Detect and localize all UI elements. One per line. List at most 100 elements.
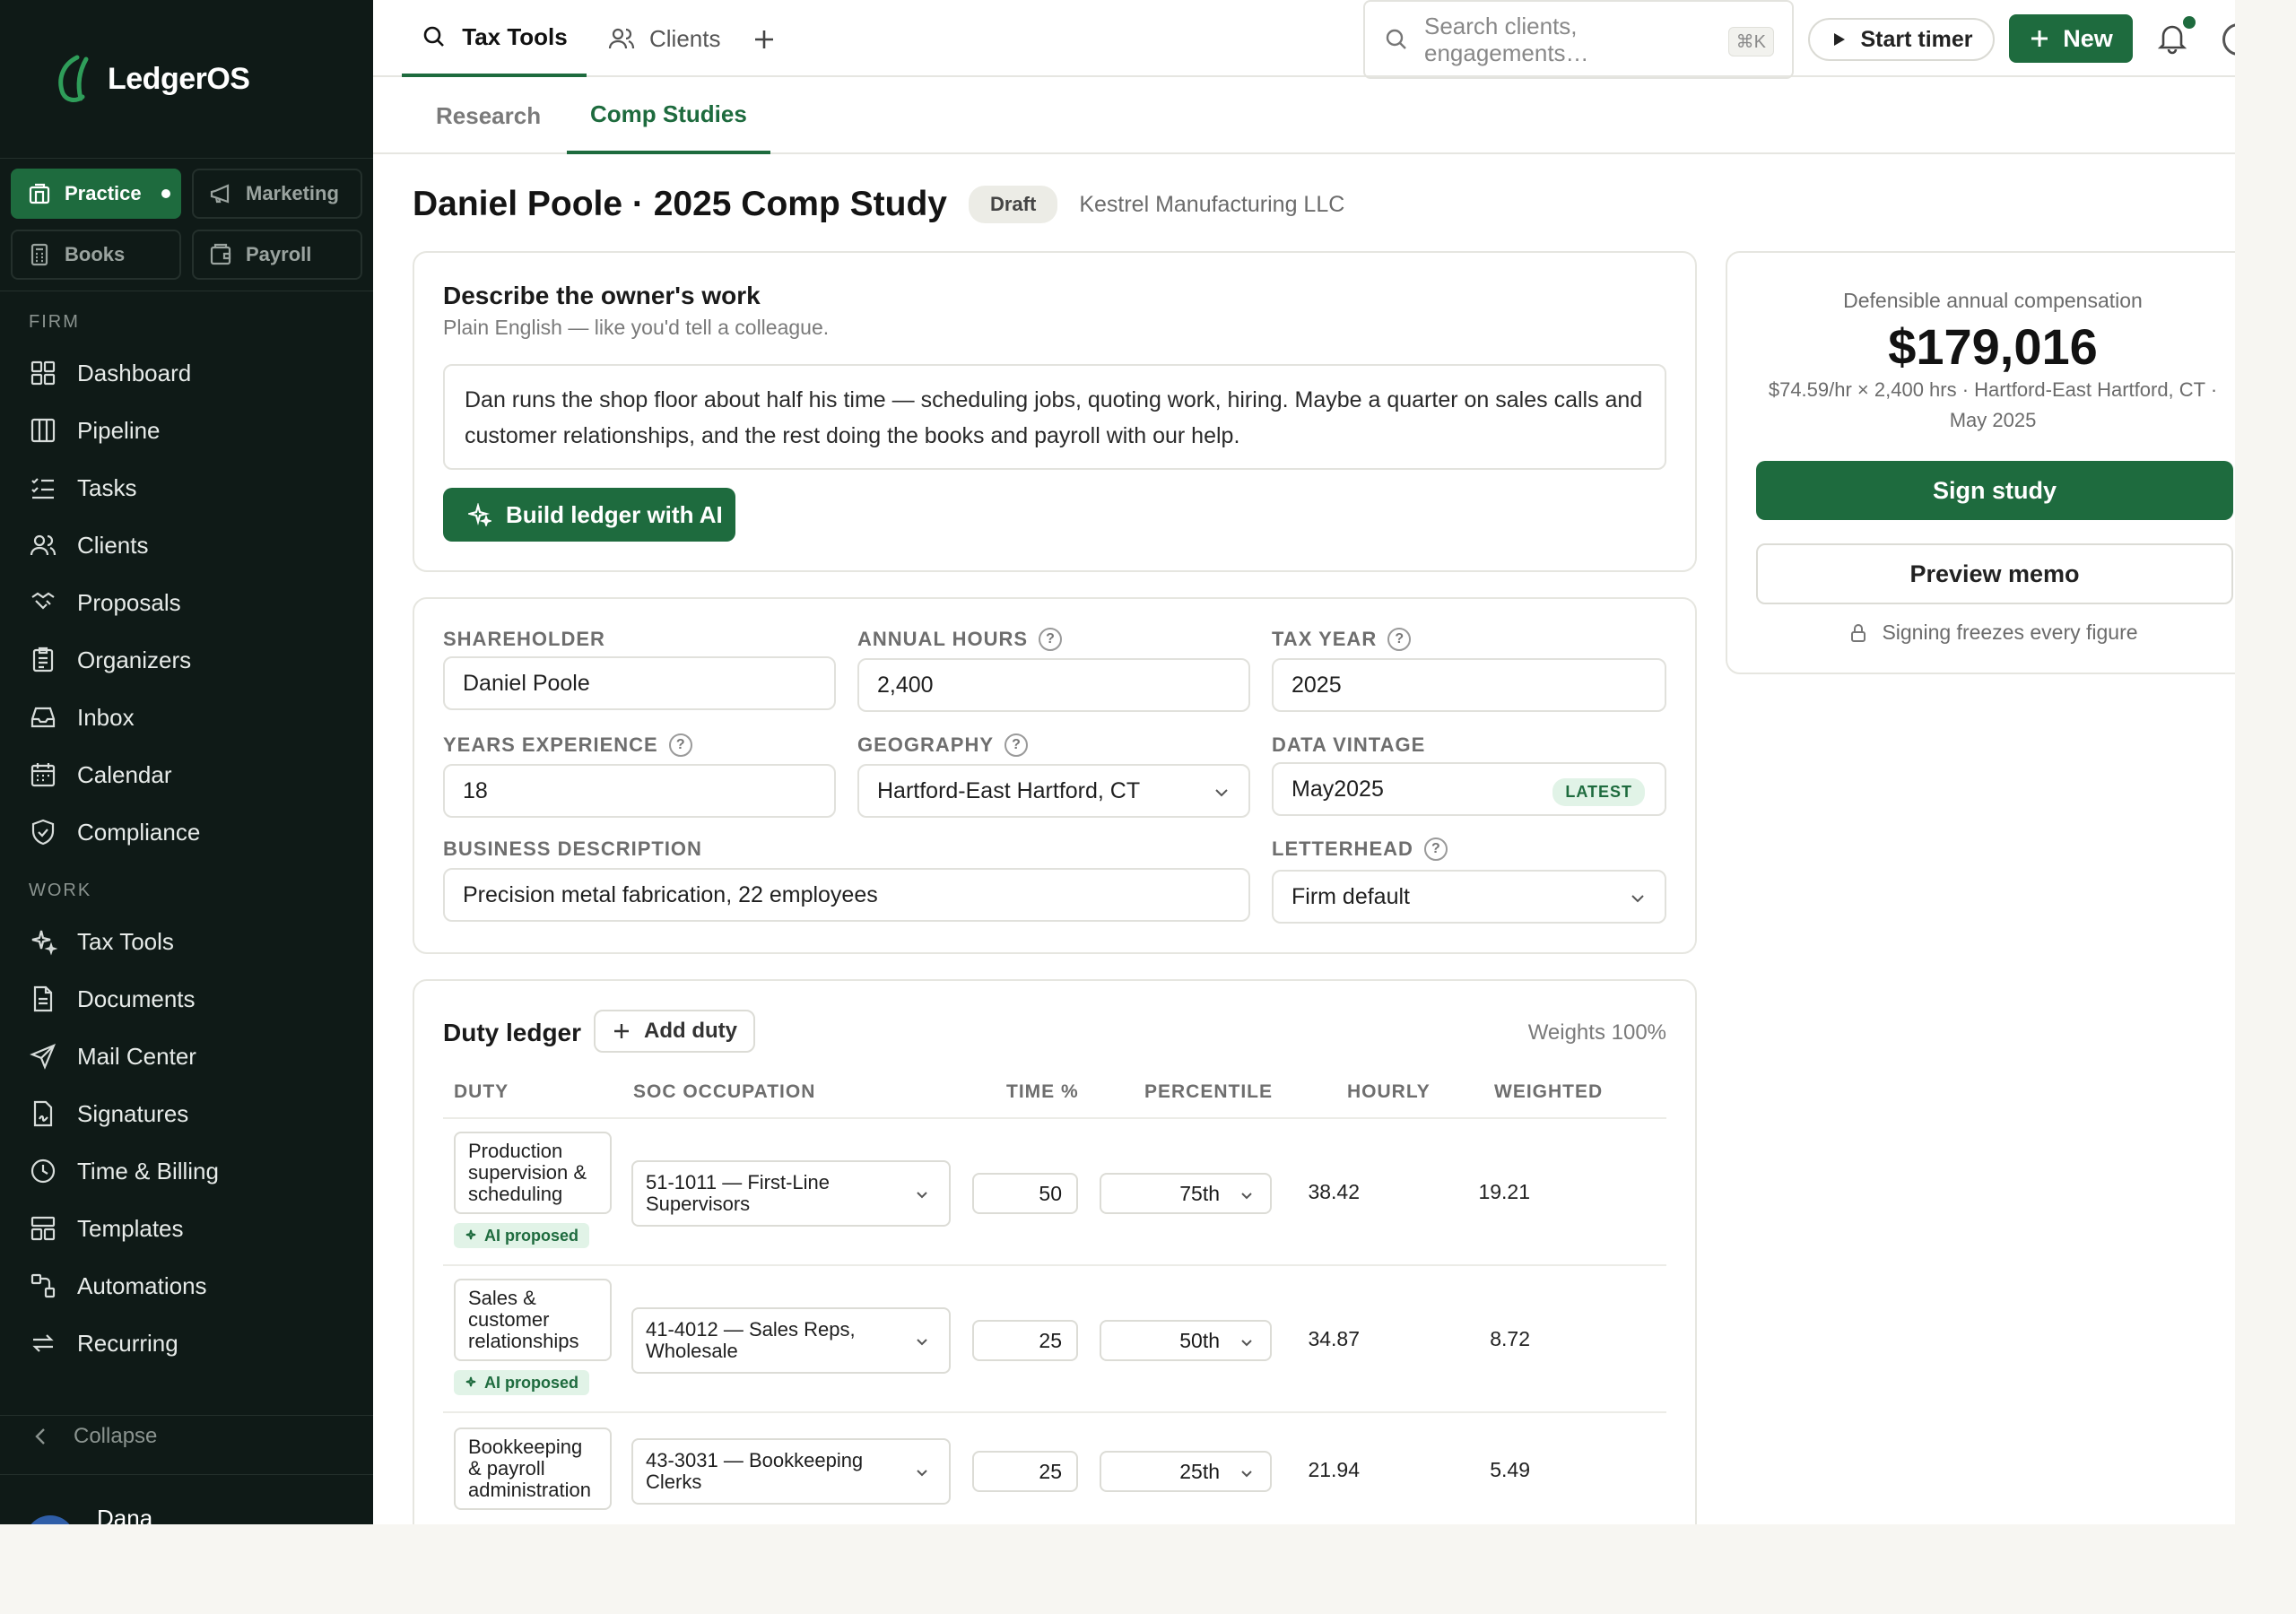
duty-name-field[interactable]: Bookkeeping & payroll administration (454, 1427, 612, 1510)
time-percent-input[interactable]: 50 (972, 1173, 1078, 1214)
search-input[interactable]: Search clients, engagements… (1424, 13, 1720, 66)
weighted-value: 8.72 (1490, 1327, 1530, 1350)
user-menu[interactable]: Dana (25, 1503, 152, 1524)
sidebar-item-label: Pipeline (77, 416, 161, 444)
letterhead-label: LETTERHEAD? (1272, 837, 1448, 861)
sidebar-item-dashboard[interactable]: Dashboard (0, 344, 373, 402)
workspace-marketing[interactable]: Marketing (192, 169, 362, 219)
sidebar-item-documents[interactable]: Documents (0, 970, 373, 1028)
percentile-select[interactable]: 50th (1100, 1320, 1272, 1361)
soc-occupation-select[interactable]: 43-3031 — Bookkeeping Clerks (631, 1438, 951, 1505)
add-tab-icon[interactable] (746, 22, 782, 57)
brand-logo[interactable]: LedgerOS (50, 52, 250, 106)
sidebar-item-organizers[interactable]: Organizers (0, 631, 373, 689)
latest-badge: LATEST (1552, 778, 1645, 806)
duty-name-field[interactable]: Production supervision & scheduling (454, 1132, 612, 1214)
data-vintage-value: May2025 (1292, 776, 1384, 802)
chevron-left-icon (35, 1428, 45, 1445)
annual-hours-field[interactable]: 2,400 (857, 658, 1250, 712)
workspace-payroll[interactable]: Payroll (192, 230, 362, 280)
sidebar-item-label: Tax Tools (77, 927, 174, 955)
checklist-icon (31, 478, 54, 499)
new-button[interactable]: New (2009, 14, 2133, 63)
sidebar-item-tasks[interactable]: Tasks (0, 459, 373, 516)
preview-memo-button[interactable]: Preview memo (1756, 543, 2233, 604)
geography-label: GEOGRAPHY? (857, 733, 1029, 757)
letterhead-select[interactable]: Firm default (1272, 870, 1666, 924)
tab-research[interactable]: Research (436, 77, 541, 154)
sidebar-item-clients[interactable]: Clients (0, 516, 373, 574)
clock-icon (30, 1158, 56, 1184)
sidebar-item-mail-center[interactable]: Mail Center (0, 1028, 373, 1085)
compensation-summary-card: Defensible annual compensation $179,016 … (1726, 251, 2235, 674)
duty-name-field[interactable]: Sales & customer relationships (454, 1279, 612, 1361)
sidebar-item-automations[interactable]: Automations (0, 1257, 373, 1315)
help-icon[interactable]: ? (1004, 733, 1029, 757)
summary-label: Defensible annual compensation (1843, 289, 2143, 312)
sidebar-item-time-billing[interactable]: Time & Billing (0, 1142, 373, 1200)
sidebar-item-recurring[interactable]: Recurring (0, 1315, 373, 1372)
workspace-practice[interactable]: Practice (11, 169, 181, 219)
add-duty-button[interactable]: Add duty (594, 1010, 755, 1053)
business-description-field[interactable]: Precision metal fabrication, 22 employee… (443, 868, 1250, 922)
work-description-input[interactable]: Dan runs the shop floor about half his t… (443, 364, 1666, 470)
business-description-label: BUSINESS DESCRIPTION (443, 837, 702, 860)
chevron-down-icon (917, 1470, 927, 1477)
ledger-title: Duty ledger (443, 1019, 582, 1046)
time-percent-input[interactable]: 25 (972, 1320, 1078, 1361)
work-nav: Tax Tools Documents Mail Center Signatur… (0, 913, 373, 1372)
search-icon (423, 26, 445, 47)
help-icon[interactable]: ? (1039, 628, 1063, 651)
help-icon[interactable]: ? (1423, 837, 1448, 861)
sidebar-item-compliance[interactable]: Compliance (0, 803, 373, 861)
soc-occupation-select[interactable]: 51-1011 — First-Line Supervisors (631, 1160, 951, 1227)
percentile-select[interactable]: 75th (1100, 1173, 1272, 1214)
timer-label: Start timer (1860, 26, 1973, 52)
sign-study-button[interactable]: Sign study (1756, 461, 2233, 520)
help-icon[interactable]: ? (1387, 628, 1412, 651)
years-experience-field[interactable]: 18 (443, 764, 836, 818)
inbox-icon (30, 707, 56, 728)
soc-occupation-select[interactable]: 41-4012 — Sales Reps, Wholesale (631, 1307, 951, 1374)
sidebar-divider (0, 158, 373, 159)
tax-year-field[interactable]: 2025 (1272, 658, 1666, 712)
brand-name: LedgerOS (108, 61, 250, 96)
sidebar-item-proposals[interactable]: Proposals (0, 574, 373, 631)
sidebar-item-templates[interactable]: Templates (0, 1200, 373, 1257)
percentile-value: 75th (1179, 1181, 1220, 1205)
search-shortcut: ⌘K (1727, 27, 1774, 56)
tab-clients[interactable]: Clients (608, 0, 720, 77)
time-percent-input[interactable]: 25 (972, 1451, 1078, 1492)
sidebar-item-tax-tools[interactable]: Tax Tools (0, 913, 373, 970)
users-icon (30, 534, 57, 556)
sidebar-item-label: Documents (77, 985, 196, 1012)
collapse-button[interactable]: Collapse (29, 1424, 157, 1449)
tab-comp-studies[interactable]: Comp Studies (567, 77, 770, 154)
lock-icon (1851, 623, 1866, 642)
build-ledger-button[interactable]: Build ledger with AI (443, 488, 735, 542)
help-icon[interactable] (2222, 23, 2235, 56)
global-search[interactable]: Search clients, engagements… ⌘K (1363, 0, 1794, 79)
sparkle-icon (465, 1229, 476, 1240)
tab-tax-tools[interactable]: Tax Tools (402, 0, 587, 77)
ai-proposed-badge: AI proposed (454, 1223, 590, 1248)
sparkle-icon (468, 503, 491, 526)
tab-label: Tax Tools (462, 22, 568, 50)
geography-select[interactable]: Hartford-East Hartford, CT (857, 764, 1250, 818)
client-name[interactable]: Kestrel Manufacturing LLC (1079, 192, 1344, 218)
shareholder-field[interactable]: Daniel Poole (443, 656, 836, 710)
sidebar-item-pipeline[interactable]: Pipeline (0, 402, 373, 459)
help-icon[interactable]: ? (668, 733, 692, 757)
sidebar-item-calendar[interactable]: Calendar (0, 746, 373, 803)
plus-icon (614, 1024, 629, 1038)
workspace-books[interactable]: Books (11, 230, 181, 280)
percentile-select[interactable]: 25th (1100, 1451, 1272, 1492)
weights-total: Weights 100% (1527, 1020, 1666, 1045)
data-vintage-field[interactable]: May2025 LATEST (1272, 762, 1666, 816)
sidebar-item-inbox[interactable]: Inbox (0, 689, 373, 746)
sidebar-item-signatures[interactable]: Signatures (0, 1085, 373, 1142)
start-timer-button[interactable]: Start timer (1808, 18, 1995, 61)
repeat-icon (32, 1334, 54, 1352)
signature-icon (33, 1100, 53, 1127)
leaf-logo-icon (58, 55, 89, 102)
